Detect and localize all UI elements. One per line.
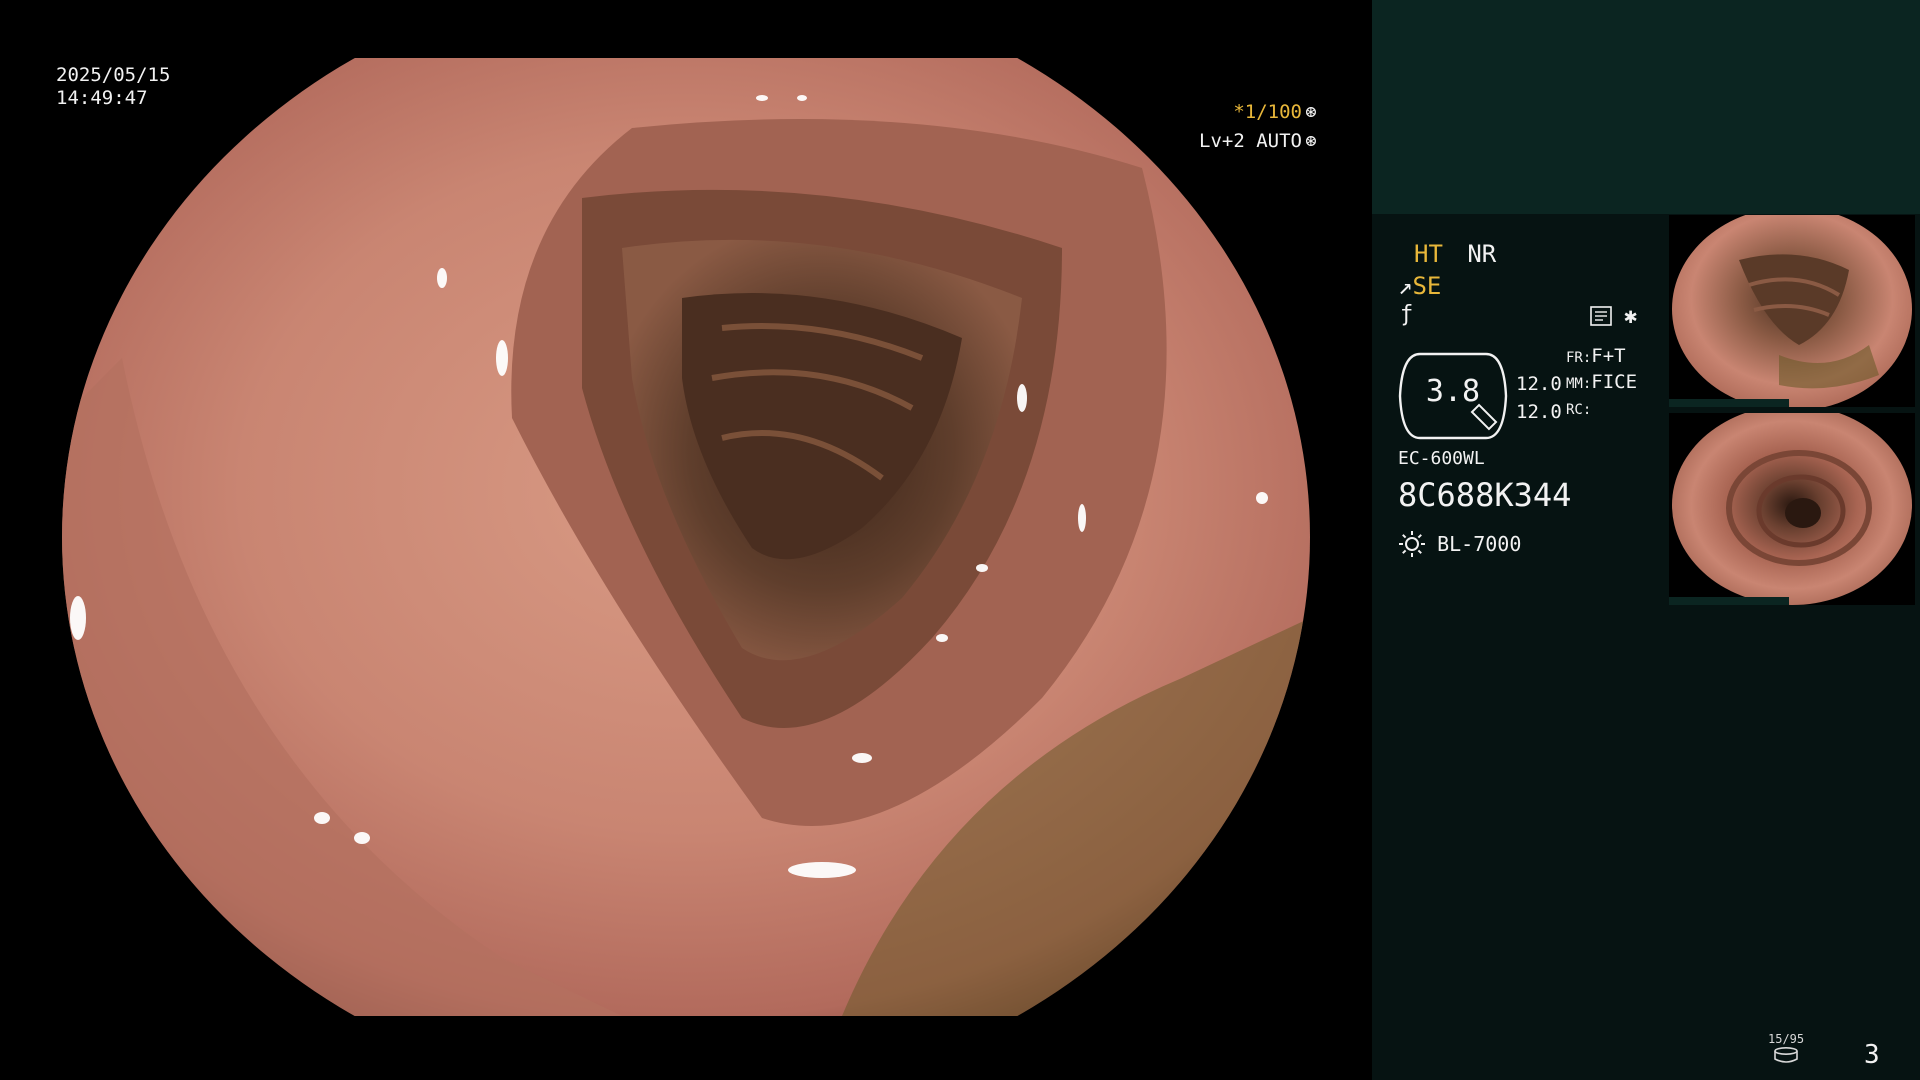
capture-thumbnail[interactable] [1669, 215, 1915, 407]
light-source-model: BL-7000 [1437, 532, 1522, 556]
nr-indicator: NR [1467, 240, 1497, 268]
fr-key: FR: [1566, 350, 1592, 366]
mm-value: FICE [1591, 371, 1638, 393]
exam-date: 2025/05/15 [56, 64, 171, 86]
page-number: 3 [1864, 1040, 1880, 1070]
shutter-speed: *1/100 [1233, 101, 1302, 123]
ht-indicator: HT [1414, 240, 1443, 268]
endoscopy-monitor: 2025/05/15 14:49:47 *1/100 ⊛ Lv+2 AUTO ⊛ H… [0, 0, 1920, 1080]
disk-icon [1774, 1047, 1798, 1063]
thumbnail-image [1672, 215, 1912, 407]
light-source: BL-7000 [1398, 530, 1521, 558]
storage-count: 15/95 [1768, 1032, 1805, 1046]
fr-row: FR:F+T [1566, 344, 1637, 370]
exam-time: 14:49:47 [56, 87, 148, 109]
storage-indicator: 15/95 [1768, 1032, 1804, 1063]
value-readouts: 12.0 12.0 [1516, 370, 1562, 426]
exposure-status: *1/100 ⊛ Lv+2 AUTO ⊛ [1199, 98, 1320, 156]
function-icon: ƒ [1400, 302, 1414, 327]
scope-model: EC-600WL [1398, 448, 1485, 469]
panel-header-area [1372, 0, 1920, 214]
zoom-value: 3.8 [1425, 374, 1481, 409]
sun-icon [1399, 531, 1425, 557]
shutter-row: *1/100 ⊛ [1199, 98, 1320, 127]
se-indicator: SE [1412, 272, 1442, 300]
rc-row: RC: [1566, 396, 1637, 422]
scope-serial: 8C688K344 [1398, 476, 1572, 514]
level-row: Lv+2 AUTO ⊛ [1199, 127, 1320, 156]
zoom-badge: 3.8 [1398, 350, 1508, 442]
se-row: ↗SE [1398, 272, 1441, 300]
rc-key: RC: [1566, 402, 1592, 418]
mm-row: MM:FICE [1566, 370, 1637, 396]
value-bottom: 12.0 [1516, 401, 1562, 423]
iris-icon: ⊛ [1305, 130, 1317, 152]
exam-datetime: 2025/05/15 14:49:47 [56, 64, 170, 110]
ht-nr-row: HT NR [1398, 240, 1496, 268]
mm-key: MM: [1566, 376, 1592, 392]
brightness-level: Lv+2 AUTO [1199, 130, 1302, 152]
thumbnail-image [1672, 413, 1912, 605]
scope-se-icon: ↗ [1398, 272, 1413, 300]
asterisk-icon: ✱ [1624, 304, 1638, 329]
value-top: 12.0 [1516, 373, 1562, 395]
fr-value: F+T [1591, 345, 1626, 367]
thumbnail-bar [1669, 597, 1789, 605]
capture-thumbnail[interactable] [1669, 413, 1915, 605]
thumbnail-bar [1669, 399, 1789, 407]
aperture-icon: ⊛ [1305, 101, 1317, 123]
mode-list: FR:F+T MM:FICE RC: [1566, 344, 1637, 422]
colon-lumen-image [62, 58, 1310, 1016]
document-icon [1590, 306, 1612, 326]
endoscope-view: 2025/05/15 14:49:47 *1/100 ⊛ Lv+2 AUTO ⊛ [0, 0, 1372, 1080]
